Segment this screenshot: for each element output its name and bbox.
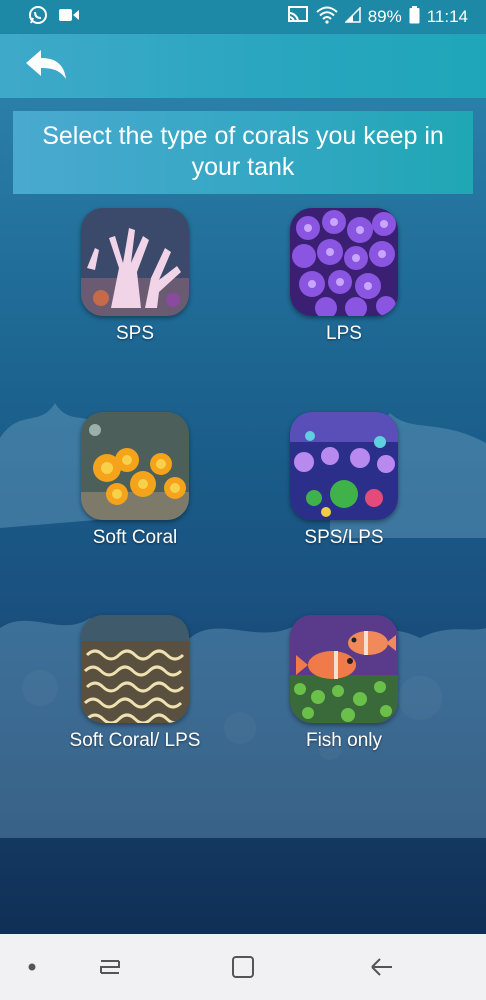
wifi-icon (316, 6, 338, 29)
status-left (28, 5, 80, 30)
coral-option-sps-lps[interactable]: SPS/LPS (264, 412, 424, 549)
nav-back-button[interactable] (346, 934, 416, 1000)
status-right: 89% 11:14 (287, 5, 468, 29)
home-icon (232, 956, 254, 978)
coral-label: Soft Coral/ LPS (69, 730, 201, 751)
battery-text: 89% (367, 7, 402, 26)
home-button[interactable] (208, 934, 278, 1000)
title-banner: Select the type of corals you keep in yo… (13, 111, 473, 194)
battery-icon (409, 5, 420, 29)
coral-label: Soft Coral (92, 527, 178, 548)
navigation-bar (0, 934, 486, 1000)
sps-lps-image (290, 412, 398, 520)
soft-coral-image (81, 412, 189, 520)
soft-coral-lps-image (81, 615, 189, 723)
fish-only-image (290, 615, 398, 723)
status-bar: 89% 11:14 (0, 0, 486, 34)
recent-apps-button[interactable] (75, 934, 145, 1000)
coral-label: SPS/LPS (304, 527, 384, 548)
sps-coral-image (81, 208, 189, 316)
back-arrow-icon (26, 50, 66, 79)
coral-option-soft-coral[interactable]: Soft Coral (55, 412, 215, 549)
coral-option-soft-coral-lps[interactable]: Soft Coral/ LPS (55, 615, 215, 752)
banner-title: Select the type of corals you keep in yo… (42, 122, 444, 181)
video-call-icon (58, 7, 80, 28)
lps-coral-image (290, 208, 398, 316)
clock: 11:14 (426, 7, 468, 26)
back-icon (371, 958, 392, 976)
nav-dot-button[interactable] (0, 934, 67, 1000)
app-bar (0, 34, 486, 98)
coral-label: LPS (326, 323, 362, 344)
coral-option-fish-only[interactable]: Fish only (264, 615, 424, 752)
coral-label: Fish only (305, 730, 383, 751)
cast-icon (287, 5, 309, 29)
coral-label: SPS (115, 323, 155, 344)
whatsapp-icon (28, 5, 48, 30)
coral-option-sps[interactable]: SPS (55, 208, 215, 345)
dot-icon (28, 963, 36, 971)
back-button[interactable] (22, 46, 70, 86)
signal-icon (343, 5, 361, 28)
recent-apps-icon (100, 960, 120, 974)
coral-option-lps[interactable]: LPS (264, 208, 424, 345)
